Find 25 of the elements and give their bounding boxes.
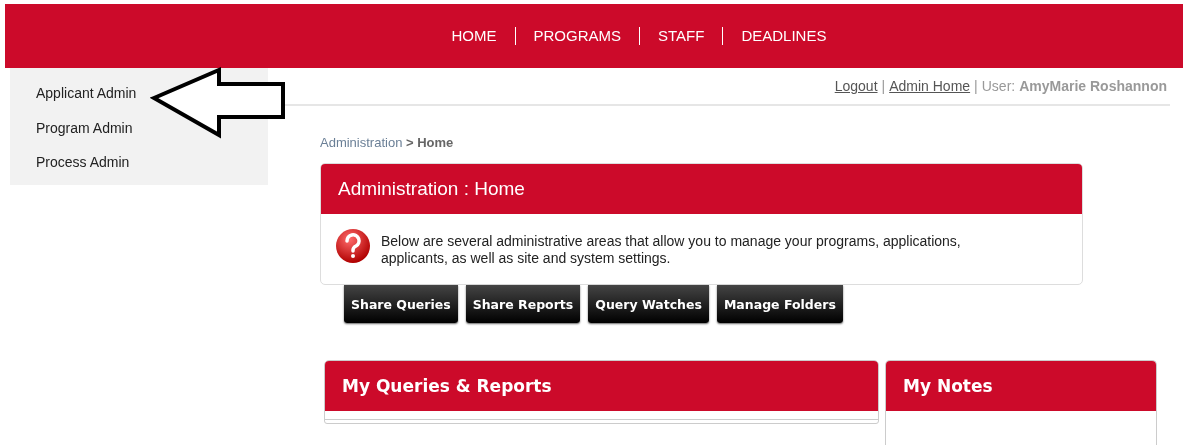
nav-link[interactable]: PROGRAMS [514,27,640,45]
breadcrumb-link[interactable]: Administration [320,135,403,150]
info-message: Below are several administrative areas that allow you to manage your programs, applications, applicants, as well as site and system settings. [381,232,962,267]
action-button[interactable]: Manage Folders [716,285,843,323]
panel-header: My Queries & Reports [325,361,878,411]
sidebar-link[interactable]: Process Admin [36,152,130,172]
sidebar-link[interactable]: Program Admin [36,117,133,138]
action-button[interactable]: Query Watches [588,285,709,323]
sidebar-link[interactable]: Applicant Admin [36,83,137,103]
action-button[interactable]: Share Reports [465,285,581,323]
user-name: AmyMarie Roshannon [1019,78,1167,94]
nav-link[interactable]: HOME [433,27,515,45]
nav-link[interactable]: DEADLINES [722,27,845,45]
arrow-annotation-icon [150,67,287,139]
header-link[interactable]: Logout [834,78,878,94]
panel-title: Administration : Home [321,164,1082,214]
user-label: User: [981,78,1016,94]
action-button[interactable]: Share Queries [344,285,458,323]
nav-link[interactable]: STAFF [639,27,723,45]
help-icon [335,228,371,264]
breadcrumb-current: > Home [405,135,454,150]
separator: | [881,78,886,94]
header-link[interactable]: Admin Home [889,78,971,94]
separator: | [974,78,978,94]
panel-header: My Notes [886,361,1156,411]
